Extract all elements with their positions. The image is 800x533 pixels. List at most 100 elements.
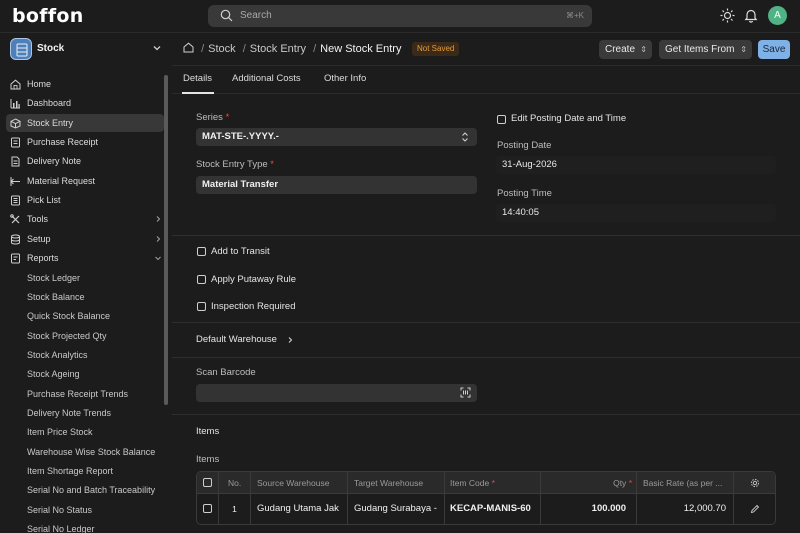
updown-icon [462,132,468,142]
apply-putaway-checkbox[interactable] [197,275,206,284]
workspace-switcher[interactable]: Stock [10,38,162,60]
list-icon [11,195,20,206]
cell-target-warehouse[interactable]: Gudang Surabaya - [348,494,445,524]
gear-icon[interactable] [750,478,760,488]
col-target-warehouse: Target Warehouse [348,472,445,493]
cell-basic-rate[interactable]: 12,000.70 [637,494,734,524]
search-icon [220,9,233,22]
row-checkbox[interactable] [203,504,212,513]
user-avatar[interactable]: A [768,6,787,25]
posting-date-field[interactable]: 31-Aug-2026 [496,156,776,174]
tab-additional-costs[interactable]: Additional Costs [232,73,301,84]
sidebar-scrollbar[interactable] [164,75,168,405]
cell-qty[interactable]: 100.000 [541,494,637,524]
select-all-checkbox[interactable] [203,478,212,487]
report-link-stock-ageing[interactable]: Stock Ageing [27,369,80,379]
add-to-transit-label: Add to Transit [211,246,270,257]
sidebar-item-purchase-receipt[interactable]: Purchase Receipt [6,133,164,151]
items-section-title: Items [196,426,220,437]
app-logo[interactable]: boffon [12,5,84,27]
form-tabs: Details Additional Costs Other Info [172,66,800,94]
report-link-item-shortage-report[interactable]: Item Shortage Report [27,466,113,476]
report-link-delivery-note-trends[interactable]: Delivery Note Trends [27,408,111,418]
theme-toggle-icon[interactable] [720,8,735,23]
posting-time-field[interactable]: 14:40:05 [496,204,776,222]
section-divider [172,414,800,415]
edit-posting-label: Edit Posting Date and Time [511,113,627,124]
inspection-required-checkbox[interactable] [197,302,206,311]
edit-pencil-icon[interactable] [750,504,760,514]
create-button[interactable]: Create ⇕ [599,40,652,59]
cell-item-code[interactable]: KECAP-MANIS-60 [445,494,541,524]
stock-entry-type-field[interactable]: Material Transfer [196,176,477,194]
page-header: / Stock / Stock Entry / New Stock Entry Not… [172,33,800,66]
edit-posting-checkbox[interactable] [497,115,506,124]
posting-time-label: Posting Time [497,188,552,199]
document-icon [11,156,20,167]
bar-chart-icon [10,99,20,109]
bell-icon[interactable] [744,8,758,23]
sidebar-item-delivery-note[interactable]: Delivery Note [6,152,164,170]
chevron-right-icon [156,236,161,242]
sidebar-item-home[interactable]: Home [6,75,164,93]
search-placeholder: Search [240,10,272,21]
series-label: Series * [196,112,230,123]
cell-source-warehouse[interactable]: Gudang Utama Jak [251,494,348,524]
barcode-scan-icon[interactable] [460,387,471,398]
save-button[interactable]: Save [758,40,790,59]
report-link-stock-ledger[interactable]: Stock Ledger [27,273,80,283]
tools-icon [10,214,20,224]
report-link-stock-projected-qty[interactable]: Stock Projected Qty [27,331,107,341]
scan-barcode-label: Scan Barcode [196,367,256,378]
report-link-purchase-receipt-trends[interactable]: Purchase Receipt Trends [27,389,128,399]
report-link-stock-balance[interactable]: Stock Balance [27,292,85,302]
home-icon[interactable] [183,42,194,53]
get-items-from-button[interactable]: Get Items From ⇕ [659,40,752,59]
search-bar[interactable]: Search ⌘+K [208,5,592,27]
section-divider [172,357,800,358]
report-link-item-price-stock[interactable]: Item Price Stock [27,427,93,437]
updown-icon: ⇕ [640,45,647,54]
table-header: No. Source Warehouse Target Warehouse It… [197,472,775,494]
scan-barcode-input[interactable] [196,384,477,402]
workspace-icon [10,38,32,60]
top-navbar: boffon Search ⌘+K A [0,0,800,33]
series-select[interactable]: MAT-STE-.YYYY.- [196,128,477,146]
main-content: / Stock / Stock Entry / New Stock Entry Not… [172,33,800,533]
col-qty: Qty * [541,472,637,493]
add-to-transit-checkbox[interactable] [197,247,206,256]
report-link-serial-no-ledger[interactable]: Serial No Ledger [27,524,95,533]
breadcrumb-stock-entry[interactable]: Stock Entry [250,43,306,55]
inspection-required-label: Inspection Required [211,301,296,312]
breadcrumb: / Stock / Stock Entry / New Stock Entry [183,42,401,55]
sidebar-item-stock-entry[interactable]: Stock Entry [6,114,164,132]
table-row[interactable]: 1 Gudang Utama Jak Gudang Surabaya - KEC… [197,494,775,524]
report-link-quick-stock-balance[interactable]: Quick Stock Balance [27,311,110,321]
sidebar-item-pick-list[interactable]: Pick List [6,191,164,209]
report-link-stock-analytics[interactable]: Stock Analytics [27,350,88,360]
box-icon [10,118,21,129]
sidebar-item-material-request[interactable]: Material Request [6,172,164,190]
sidebar-item-tools[interactable]: Tools [6,210,164,228]
col-item-code: Item Code * [445,472,541,493]
tab-other-info[interactable]: Other Info [324,73,366,84]
tab-details[interactable]: Details [183,73,212,84]
arrows-icon [10,177,20,186]
default-warehouse-toggle[interactable]: Default Warehouse [196,333,306,347]
sidebar-item-reports[interactable]: Reports [6,249,164,267]
status-badge: Not Saved [412,42,460,56]
search-shortcut: ⌘+K [565,11,584,20]
database-icon [11,234,20,245]
active-tab-indicator [182,92,214,94]
report-link-warehouse-wise-stock-balance[interactable]: Warehouse Wise Stock Balance [27,447,155,457]
page-title: New Stock Entry [320,43,402,55]
sidebar-item-dashboard[interactable]: Dashboard [6,94,164,112]
report-link-serial-batch-traceability[interactable]: Serial No and Batch Traceability [27,485,155,495]
receipt-icon [11,137,20,148]
section-divider [172,235,800,236]
report-link-serial-no-status[interactable]: Serial No Status [27,505,92,515]
reports-icon [11,253,20,264]
col-basic-rate: Basic Rate (as per ... [637,472,734,493]
sidebar-item-setup[interactable]: Setup [6,230,164,248]
breadcrumb-stock[interactable]: Stock [208,43,236,55]
